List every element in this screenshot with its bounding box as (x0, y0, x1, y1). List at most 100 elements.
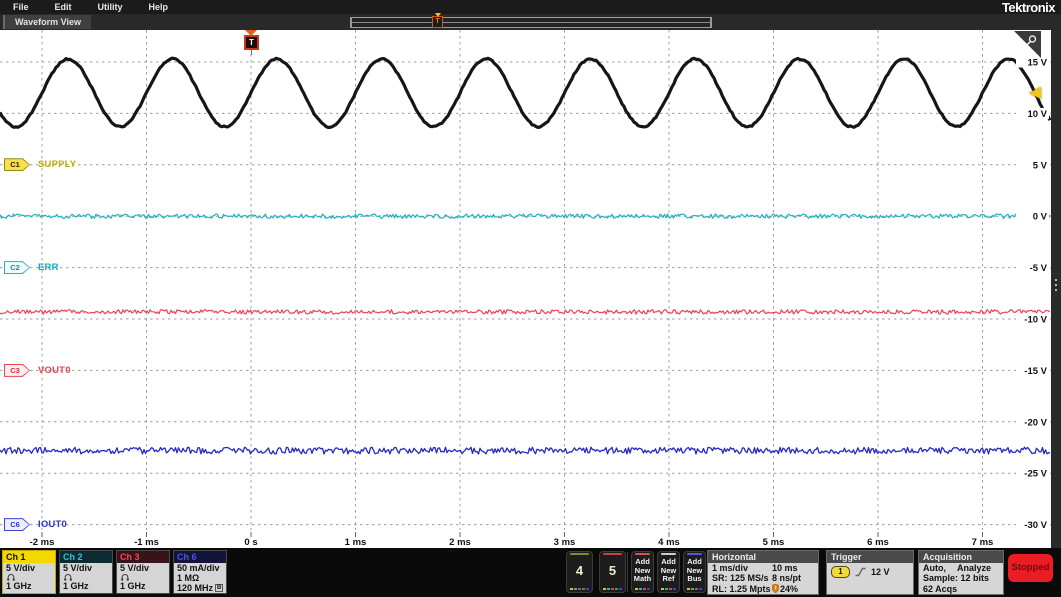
oscilloscope-app: File Edit Utility Help Tektronix Wavefor… (0, 0, 1061, 597)
rising-edge-icon (855, 567, 866, 577)
multicolor-strip (632, 588, 653, 590)
add-new-math-label: Add New Math (633, 557, 652, 583)
add-new-ref-label: Add New Ref (660, 557, 677, 583)
c1-label-text: SUPPLY (38, 159, 77, 171)
channel-badge-ch6[interactable]: Ch 6 50 mA/div 1 MΩ 120 MHz B (173, 550, 227, 594)
ch3-scale: 5 V/div (120, 563, 150, 573)
menu-utility[interactable]: Utility (85, 2, 136, 12)
y-axis-label: -10 V (1024, 315, 1047, 326)
channel-label-c1-supply[interactable]: C1 SUPPLY (4, 158, 77, 172)
ch3-bandwidth: 1 GHz (120, 581, 146, 591)
channel-badge-ch2[interactable]: Ch 2 5 V/div 1 GHz (59, 550, 113, 594)
y-axis-label: 15 V (1027, 58, 1047, 69)
channel-label-c6-iout0[interactable]: C6 IOUT0 (4, 518, 67, 532)
position-shield-icon (772, 584, 779, 594)
ch2-badge-title: Ch 2 (60, 551, 112, 563)
trace-c2 (0, 213, 1051, 219)
menu-bar: File Edit Utility Help Tektronix (0, 0, 1061, 15)
ch3-badge-title: Ch 3 (117, 551, 169, 563)
record-minimap[interactable]: T (350, 13, 712, 28)
menu-help[interactable]: Help (136, 2, 182, 12)
tab-bar: Waveform View T (0, 13, 1061, 30)
acquisition-count: 62 Acqs (923, 583, 958, 594)
tab-waveform-view[interactable]: Waveform View (3, 15, 92, 29)
trigger-panel[interactable]: Trigger 1 12 V (826, 550, 914, 595)
ch2-scale: 5 V/div (63, 563, 93, 573)
sample-rate: SR: 125 MS/s (712, 573, 769, 584)
vertical-scrollbar[interactable] (1051, 30, 1061, 548)
scrollbar-grip-dot (1055, 284, 1057, 286)
horizontal-position: 24% (780, 583, 799, 594)
trigger-level-value: 12 V (871, 566, 890, 577)
x-axis-label: 0 s (244, 537, 257, 548)
ch4-button-label: 4 (575, 563, 584, 578)
menu-edit[interactable]: Edit (42, 2, 85, 12)
trigger-marker-t-icon: T (244, 35, 259, 50)
menu-file[interactable]: File (0, 2, 42, 12)
c2-tag-icon[interactable]: C2 (4, 261, 30, 275)
settings-bar: Ch 1 5 V/div 1 GHz Ch 2 5 V/div 1 GHz Ch… (0, 548, 1061, 597)
bw-limit-icon: B (215, 584, 224, 592)
ch6-badge-title: Ch 6 (174, 551, 226, 563)
channel-badge-ch3[interactable]: Ch 3 5 V/div 1 GHz (116, 550, 170, 594)
channel-button-4[interactable]: 4 (566, 551, 593, 593)
trace-c6 (0, 446, 1051, 455)
x-axis-label: -1 ms (134, 537, 159, 548)
c2-label-text: ERR (38, 262, 59, 274)
channel-badge-ch1[interactable]: Ch 1 5 V/div 1 GHz (2, 550, 56, 594)
acquisition-panel[interactable]: Acquisition Auto, Analyze Sample: 12 bits… (918, 550, 1004, 595)
add-new-math-button[interactable]: Add New Math (631, 551, 654, 593)
record-length: RL: 1.25 Mpts (712, 583, 771, 594)
ch5-color-stripe (603, 553, 622, 555)
run-status-stopped-button[interactable]: Stopped (1008, 554, 1053, 582)
multicolor-strip (600, 588, 625, 590)
channel-label-c3-vout0[interactable]: C3 VOUT0 (4, 363, 71, 377)
ch2-bandwidth: 1 GHz (63, 581, 89, 591)
c3-tag-icon[interactable]: C3 (4, 363, 30, 377)
ch1-scale: 5 V/div (6, 563, 36, 573)
x-axis-label: -2 ms (30, 537, 55, 548)
acquisition-sample: Sample: 12 bits (923, 573, 990, 584)
waveform-display: -2 ms -1 ms 0 s 1 ms 2 ms 3 ms 4 ms 5 ms 6 ms 7 m… (0, 30, 1051, 548)
trace-c1 (0, 56, 1051, 130)
probe-icon (64, 573, 72, 581)
bus-color-stripe (687, 553, 702, 555)
minimap-trigger-icon[interactable]: T (432, 13, 443, 28)
magnifier-icon[interactable] (1025, 34, 1038, 47)
add-new-bus-label: Add New Bus (686, 557, 703, 583)
y-axis-label: 0 V (1033, 212, 1048, 223)
ch4-color-stripe (570, 553, 589, 555)
x-axis-label: 7 ms (972, 537, 994, 548)
tektronix-logo: Tektronix (1001, 0, 1056, 15)
channel-label-c2-err[interactable]: C2 ERR (4, 261, 59, 275)
acquisition-mode: Auto, (923, 563, 946, 573)
acquisition-panel-title: Acquisition (919, 551, 1003, 563)
x-axis-label: 5 ms (763, 537, 785, 548)
c6-label-text: IOUT0 (38, 519, 67, 531)
c6-tag-icon[interactable]: C6 (4, 518, 30, 532)
channel-button-5[interactable]: 5 (599, 551, 626, 593)
trace-c3 (0, 309, 1051, 315)
add-new-bus-button[interactable]: Add New Bus (683, 551, 706, 593)
graticule-and-traces: -2 ms -1 ms 0 s 1 ms 2 ms 3 ms 4 ms 5 ms 6 ms 7 m… (0, 30, 1051, 548)
y-axis-label: 5 V (1033, 160, 1048, 171)
y-axis-label: 10 V (1027, 109, 1047, 120)
multicolor-strip (684, 588, 705, 590)
ref-color-stripe (661, 553, 676, 555)
ch1-bandwidth: 1 GHz (6, 581, 32, 591)
probe-icon (7, 573, 15, 581)
add-new-ref-button[interactable]: Add New Ref (657, 551, 680, 593)
x-axis-label: 2 ms (449, 537, 471, 548)
horizontal-panel[interactable]: Horizontal 1 ms/div 10 ms SR: 125 MS/s 8 n… (707, 550, 819, 595)
math-color-stripe (635, 553, 650, 555)
trigger-panel-title: Trigger (827, 551, 913, 563)
c3-label-text: VOUT0 (38, 364, 71, 376)
y-axis-label: -5 V (1030, 263, 1048, 274)
multicolor-strip (658, 588, 679, 590)
ch1-badge-title: Ch 1 (3, 551, 55, 563)
x-axis-label: 1 ms (345, 537, 367, 548)
c1-tag-icon[interactable]: C1 (4, 158, 30, 172)
multicolor-strip (567, 588, 592, 590)
trigger-level-arrow-icon[interactable] (1029, 86, 1041, 99)
trigger-position-marker[interactable]: T (244, 30, 259, 55)
